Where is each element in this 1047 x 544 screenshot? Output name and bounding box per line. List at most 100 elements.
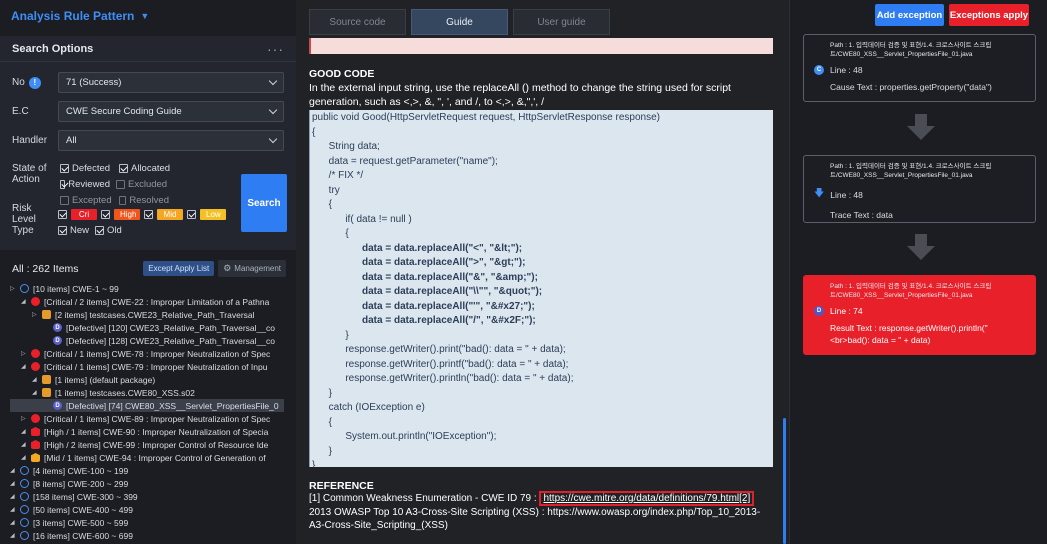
trace-card-trace[interactable]: Path : 1. 입력데이터 검증 및 표현/1.4. 크로스사이트 스크립트… bbox=[803, 155, 1036, 223]
no-select[interactable]: 71 (Success) bbox=[58, 72, 284, 93]
code-line: data = data.replaceAll("'", "&#x27;"); bbox=[312, 300, 535, 312]
collapse-arrow-icon[interactable]: ◢ bbox=[32, 376, 40, 383]
tree-node[interactable]: ◢ [High / 2 items] CWE-99 : Improper Cont… bbox=[10, 438, 284, 451]
state-checkbox-allocated[interactable]: Allocated bbox=[119, 163, 172, 174]
checkbox-icon bbox=[58, 209, 67, 219]
trace-path-cont: 트/CWE80_XSS__Servlet_PropertiesFile_01.j… bbox=[830, 172, 973, 179]
collapse-arrow-icon[interactable]: ◢ bbox=[32, 389, 40, 396]
cwe-group-icon bbox=[20, 284, 29, 293]
risk-checkbox-mid[interactable]: Mid bbox=[144, 208, 183, 220]
code-line: } bbox=[312, 387, 333, 399]
gear-icon: ⚙ bbox=[223, 263, 232, 273]
type-checkbox-label: Old bbox=[107, 225, 122, 236]
risk-checkbox-high[interactable]: High bbox=[101, 208, 140, 220]
tree-node[interactable]: ◢ [Mid / 1 items] CWE-94 : Improper Contr… bbox=[10, 451, 284, 464]
tree-node[interactable]: ◢ [Critical / 1 items] CWE-79 : Improper … bbox=[10, 360, 284, 373]
checkbox-icon bbox=[144, 209, 153, 219]
tree-node[interactable]: ◢ [1 items] testcases.CWE80_XSS.s02 bbox=[10, 386, 284, 399]
chevron-down-icon bbox=[268, 134, 278, 144]
collapse-arrow-icon[interactable]: ◢ bbox=[10, 467, 18, 474]
state-checkbox-defected[interactable]: Defected bbox=[60, 163, 113, 174]
trace-card-result[interactable]: Path : 1. 입력데이터 검증 및 표현/1.4. 크로스사이트 스크립 트… bbox=[803, 275, 1036, 355]
state-checkbox-label: Reviewed bbox=[68, 179, 110, 190]
state-checkbox-reviewed[interactable]: Reviewed bbox=[60, 179, 110, 190]
good-code-title: GOOD CODE bbox=[309, 68, 375, 80]
cwe-group-icon bbox=[20, 466, 29, 475]
tree-node[interactable]: D [Defective] [74] CWE80_XSS__Servlet_Pro… bbox=[10, 399, 284, 412]
cwe-group-icon bbox=[20, 479, 29, 488]
app-header[interactable]: Analysis Rule Pattern ▼ bbox=[0, 0, 296, 32]
collapse-arrow-icon[interactable]: ◢ bbox=[21, 441, 29, 448]
tree-node[interactable]: ◢ [8 items] CWE-200 ~ 299 bbox=[10, 477, 284, 490]
tree-node[interactable]: ◢ [4 items] CWE-100 ~ 199 bbox=[10, 464, 284, 477]
collapse-arrow-icon[interactable]: ◢ bbox=[21, 428, 29, 435]
good-code-description: In the external input string, use the re… bbox=[309, 82, 731, 108]
high-risk-icon bbox=[31, 427, 40, 436]
risk-label: Risk Level bbox=[12, 203, 36, 225]
collapse-arrow-icon[interactable]: ◢ bbox=[10, 519, 18, 526]
tree-node[interactable]: ▷ [10 items] CWE-1 ~ 99 bbox=[10, 282, 284, 295]
state-checkbox-excluded[interactable]: Excluded bbox=[116, 179, 169, 190]
tree-node[interactable]: ▷ [2 items] testcases.CWE23_Relative_Path… bbox=[10, 308, 284, 321]
tree-node[interactable]: D [Defective] [128] CWE23_Relative_Path_T… bbox=[10, 334, 284, 347]
tree-node-label: [4 items] CWE-100 ~ 199 bbox=[33, 465, 129, 476]
trace-card-cause[interactable]: Path : 1. 입력데이터 검증 및 표현/1.4. 크로스사이트 스크립 트… bbox=[803, 34, 1036, 102]
expand-arrow-icon[interactable]: ▷ bbox=[21, 350, 29, 357]
collapse-arrow-icon[interactable]: ◢ bbox=[21, 363, 29, 370]
tree-node[interactable]: ▷ [Critical / 1 items] CWE-89 : Improper … bbox=[10, 412, 284, 425]
trace-path: Path : 1. 입력데이터 검증 및 표현/1.4. 크로스사이트 스크립 bbox=[830, 163, 992, 170]
expand-arrow-icon[interactable]: ▷ bbox=[21, 415, 29, 422]
handler-select[interactable]: All bbox=[58, 130, 284, 151]
search-button[interactable]: Search bbox=[241, 174, 287, 232]
risk-checkbox-low[interactable]: Low bbox=[187, 208, 226, 220]
tab-user-guide[interactable]: User guide bbox=[513, 9, 610, 35]
collapse-arrow-icon[interactable]: ◢ bbox=[21, 454, 29, 461]
management-button[interactable]: ⚙ Management bbox=[218, 260, 286, 277]
more-options-icon[interactable]: ··· bbox=[267, 41, 284, 57]
tree-node[interactable]: ◢ [3 items] CWE-500 ~ 599 bbox=[10, 516, 284, 529]
reference-line-3[interactable]: A3-Cross-Site_Scripting_(XSS) bbox=[309, 519, 773, 533]
tree-node[interactable]: ▷ [Critical / 1 items] CWE-78 : Improper … bbox=[10, 347, 284, 360]
reference-line-2[interactable]: 2013 OWASP Top 10 A3-Cross-Site Scriptin… bbox=[309, 506, 773, 520]
code-line: { bbox=[312, 416, 333, 428]
expand-arrow-icon[interactable]: ▷ bbox=[10, 285, 18, 292]
info-icon[interactable]: ! bbox=[28, 76, 41, 89]
type-checkbox-new[interactable]: New bbox=[58, 225, 89, 236]
caret-down-icon[interactable]: ▼ bbox=[140, 11, 149, 21]
detail-panel: Source code Guide User guide GOOD CODE In … bbox=[296, 0, 789, 544]
cwe-group-icon bbox=[20, 505, 29, 514]
tab-source-code[interactable]: Source code bbox=[309, 9, 406, 35]
tree-node[interactable]: ◢ [High / 1 items] CWE-90 : Improper Neut… bbox=[10, 425, 284, 438]
tree-node[interactable]: ◢ [1 items] (default package) bbox=[10, 373, 284, 386]
tree-node[interactable]: ◢ [16 items] CWE-600 ~ 699 bbox=[10, 529, 284, 542]
tree-node[interactable]: ◢ [Critical / 2 items] CWE-22 : Improper … bbox=[10, 295, 284, 308]
guide-content: GOOD CODE In the external input string, … bbox=[309, 38, 773, 544]
risk-checkbox-cri[interactable]: Cri bbox=[58, 208, 97, 220]
tree-node-label: [3 items] CWE-500 ~ 599 bbox=[33, 517, 129, 528]
vertical-scrollbar[interactable] bbox=[783, 418, 786, 544]
app-title[interactable]: Analysis Rule Pattern bbox=[11, 9, 134, 23]
handler-select-value: All bbox=[66, 135, 77, 146]
tree-node[interactable]: ◢ [50 items] CWE-400 ~ 499 bbox=[10, 503, 284, 516]
except-apply-list-button[interactable]: Except Apply List bbox=[143, 261, 215, 276]
add-exception-button[interactable]: Add exception bbox=[875, 4, 944, 26]
code-line: } bbox=[312, 460, 316, 467]
ec-select[interactable]: CWE Secure Coding Guide bbox=[58, 101, 284, 122]
package-icon bbox=[42, 375, 51, 384]
collapse-arrow-icon[interactable]: ◢ bbox=[10, 493, 18, 500]
tree-node-label: [Critical / 1 items] CWE-89 : Improper N… bbox=[44, 413, 271, 424]
tree-node[interactable]: ◢ [158 items] CWE-300 ~ 399 bbox=[10, 490, 284, 503]
collapse-arrow-icon[interactable]: ◢ bbox=[10, 480, 18, 487]
exceptions-apply-button[interactable]: Exceptions apply bbox=[949, 4, 1029, 26]
tab-guide[interactable]: Guide bbox=[411, 9, 508, 35]
checkbox-icon bbox=[60, 180, 66, 189]
collapse-arrow-icon[interactable]: ◢ bbox=[21, 298, 29, 305]
code-line: data = data.replaceAll("/", "&#x2F;"); bbox=[312, 315, 536, 326]
expand-arrow-icon[interactable]: ▷ bbox=[32, 311, 40, 318]
tree-node[interactable]: D [Defective] [120] CWE23_Relative_Path_T… bbox=[10, 321, 284, 334]
collapse-arrow-icon[interactable]: ◢ bbox=[10, 532, 18, 539]
collapse-arrow-icon[interactable]: ◢ bbox=[10, 506, 18, 513]
type-checkbox-old[interactable]: Old bbox=[95, 225, 122, 236]
reference-1-link[interactable]: https://cwe.mitre.org/data/definitions/7… bbox=[539, 491, 755, 506]
tree-node-label: [Defective] [120] CWE23_Relative_Path_Tr… bbox=[66, 322, 275, 333]
